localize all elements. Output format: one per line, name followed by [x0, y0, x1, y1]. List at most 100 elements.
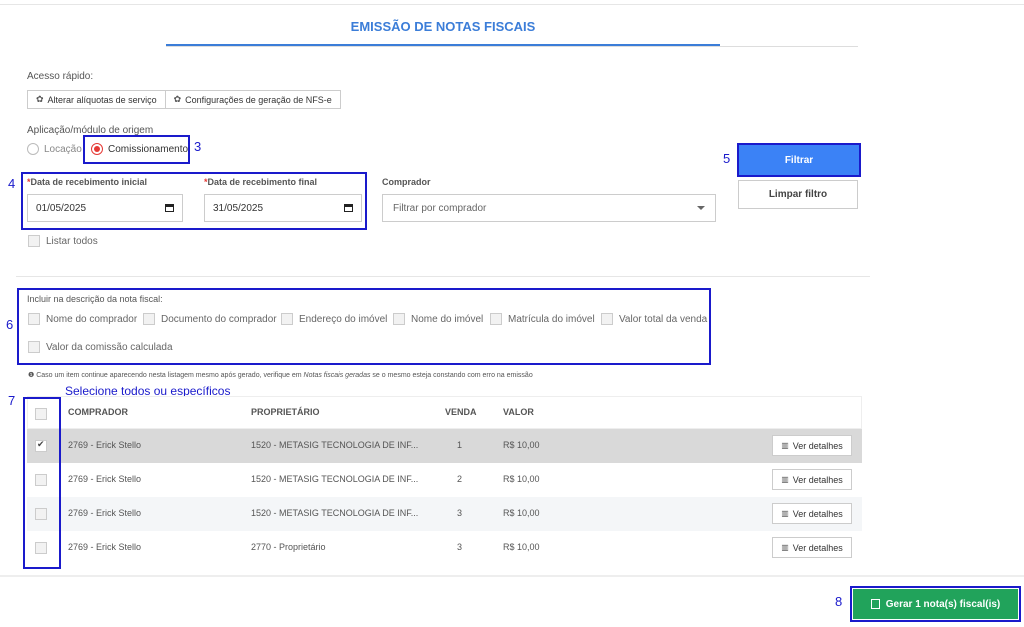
option-label: Endereço do imóvel	[299, 313, 388, 325]
details-button[interactable]: ▥ Ver detalhes	[772, 503, 852, 524]
clear-filter-button[interactable]: Limpar filtro	[738, 180, 858, 209]
buyer-label: Comprador	[382, 177, 431, 187]
cell-owner: 2770 - Proprietário	[251, 542, 326, 552]
radio-comissionamento[interactable]: Comissionamento	[91, 143, 188, 155]
radio-locacao[interactable]: Locação	[27, 143, 82, 155]
end-date-label: *Data de recebimento final	[204, 177, 318, 187]
checkbox[interactable]	[601, 313, 613, 325]
cell-owner: 1520 - METASIG TECNOLOGIA DE INF...	[251, 508, 419, 518]
option-label: Matrícula do imóvel	[508, 313, 595, 325]
annotation-box-7	[23, 397, 61, 569]
option-label: Documento do comprador	[161, 313, 277, 325]
cell-buyer: 2769 - Erick Stello	[68, 440, 142, 450]
cell-owner: 1520 - METASIG TECNOLOGIA DE INF...	[251, 474, 419, 484]
info-note: ❶ Caso um item continue aparecendo nesta…	[28, 371, 533, 379]
details-button[interactable]: ▥ Ver detalhes	[772, 537, 852, 558]
section-divider	[16, 276, 870, 277]
document-icon	[870, 599, 880, 609]
checkbox[interactable]	[28, 313, 40, 325]
annotation-number-5: 5	[723, 151, 731, 166]
annotation-number-4: 4	[8, 176, 16, 191]
cell-buyer: 2769 - Erick Stello	[68, 508, 142, 518]
bar-chart-icon: ▥	[781, 475, 789, 484]
radio-locacao-circle[interactable]	[27, 143, 39, 155]
calendar-icon[interactable]	[165, 204, 174, 212]
start-date-label: *Data de recebimento inicial	[27, 177, 148, 187]
cell-value: R$ 10,00	[503, 542, 540, 552]
table-row[interactable]: 2769 - Erick Stello 1520 - METASIG TECNO…	[27, 497, 862, 531]
checkbox[interactable]	[393, 313, 405, 325]
bar-chart-icon: ▥	[781, 441, 789, 450]
annotation-number-6: 6	[6, 317, 14, 332]
table-row[interactable]: 2769 - Erick Stello 2770 - Proprietário …	[27, 531, 862, 565]
cell-buyer: 2769 - Erick Stello	[68, 542, 142, 552]
checkbox[interactable]	[143, 313, 155, 325]
cell-buyer: 2769 - Erick Stello	[68, 474, 142, 484]
option-label: Nome do imóvel	[411, 313, 484, 325]
option-buyer-name[interactable]: Nome do comprador	[28, 313, 137, 325]
generate-invoices-button[interactable]: Gerar 1 nota(s) fiscal(is)	[853, 589, 1018, 619]
header-sale: VENDA	[445, 407, 477, 417]
cell-value: R$ 10,00	[503, 508, 540, 518]
buyer-placeholder: Filtrar por comprador	[393, 202, 487, 214]
end-date-value: 31/05/2025	[213, 202, 264, 214]
annotation-number-7: 7	[8, 393, 16, 408]
option-commission[interactable]: Valor da comissão calculada	[28, 341, 173, 353]
quick-access-label: Acesso rápido:	[27, 71, 94, 82]
radio-comissionamento-label: Comissionamento	[108, 143, 189, 155]
chevron-down-icon	[697, 206, 705, 210]
note-emphasis: Notas fiscais geradas	[303, 372, 371, 379]
table-row[interactable]: 2769 - Erick Stello 1520 - METASIG TECNO…	[27, 429, 862, 463]
start-date-input[interactable]: 01/05/2025	[27, 194, 183, 222]
list-all-checkbox[interactable]	[28, 235, 40, 247]
title-underline	[166, 44, 720, 46]
cell-sale: 2	[457, 474, 463, 484]
radio-comissionamento-circle[interactable]	[91, 143, 103, 155]
alter-rates-label: Alterar alíquotas de serviço	[47, 94, 157, 105]
generate-label: Gerar 1 nota(s) fiscal(is)	[885, 598, 1001, 610]
details-button[interactable]: ▥ Ver detalhes	[772, 435, 852, 456]
option-label: Valor da comissão calculada	[46, 341, 173, 353]
nfse-config-label: Configurações de geração de NFS-e	[185, 94, 332, 105]
info-icon: ❶	[28, 372, 35, 379]
table-row[interactable]: 2769 - Erick Stello 1520 - METASIG TECNO…	[27, 463, 862, 497]
details-button[interactable]: ▥ Ver detalhes	[772, 469, 852, 490]
cell-sale: 3	[457, 542, 463, 552]
note-suffix: se o mesmo esteja constando com erro na …	[370, 372, 533, 379]
bar-chart-icon: ▥	[781, 543, 789, 552]
details-label: Ver detalhes	[792, 508, 843, 519]
quick-access-buttons: ✿ Alterar alíquotas de serviço ✿ Configu…	[27, 90, 341, 109]
page-title: EMISSÃO DE NOTAS FISCAIS	[350, 19, 536, 34]
checkbox[interactable]	[490, 313, 502, 325]
option-buyer-document[interactable]: Documento do comprador	[143, 313, 277, 325]
header-buyer: COMPRADOR	[68, 407, 128, 417]
option-property-registration[interactable]: Matrícula do imóvel	[490, 313, 595, 325]
checkbox[interactable]	[28, 341, 40, 353]
alter-rates-button[interactable]: ✿ Alterar alíquotas de serviço	[27, 90, 166, 109]
header-value: VALOR	[503, 407, 534, 417]
title-divider	[166, 46, 858, 47]
option-property-address[interactable]: Endereço do imóvel	[281, 313, 387, 325]
gear-icon: ✿	[36, 94, 44, 104]
checkbox[interactable]	[281, 313, 293, 325]
nfse-config-button[interactable]: ✿ Configurações de geração de NFS-e	[165, 90, 341, 109]
start-date-value: 01/05/2025	[36, 202, 87, 214]
details-label: Ver detalhes	[792, 474, 843, 485]
radio-locacao-label: Locação	[44, 143, 82, 155]
cell-owner: 1520 - METASIG TECNOLOGIA DE INF...	[251, 440, 419, 450]
filter-button[interactable]: Filtrar	[739, 145, 859, 175]
details-label: Ver detalhes	[792, 440, 843, 451]
option-total-sale[interactable]: Valor total da venda	[601, 313, 707, 325]
top-divider	[0, 4, 1024, 5]
header-owner: PROPRIETÁRIO	[251, 407, 320, 417]
calendar-icon[interactable]	[344, 204, 353, 212]
annotation-number-3: 3	[194, 139, 202, 154]
end-date-input[interactable]: 31/05/2025	[204, 194, 362, 222]
list-all-option[interactable]: Listar todos	[28, 235, 98, 247]
option-property-name[interactable]: Nome do imóvel	[393, 313, 483, 325]
cell-sale: 1	[457, 440, 463, 450]
cell-sale: 3	[457, 508, 463, 518]
cell-value: R$ 10,00	[503, 440, 540, 450]
buyer-select[interactable]: Filtrar por comprador	[382, 194, 716, 222]
list-all-label: Listar todos	[46, 235, 98, 247]
